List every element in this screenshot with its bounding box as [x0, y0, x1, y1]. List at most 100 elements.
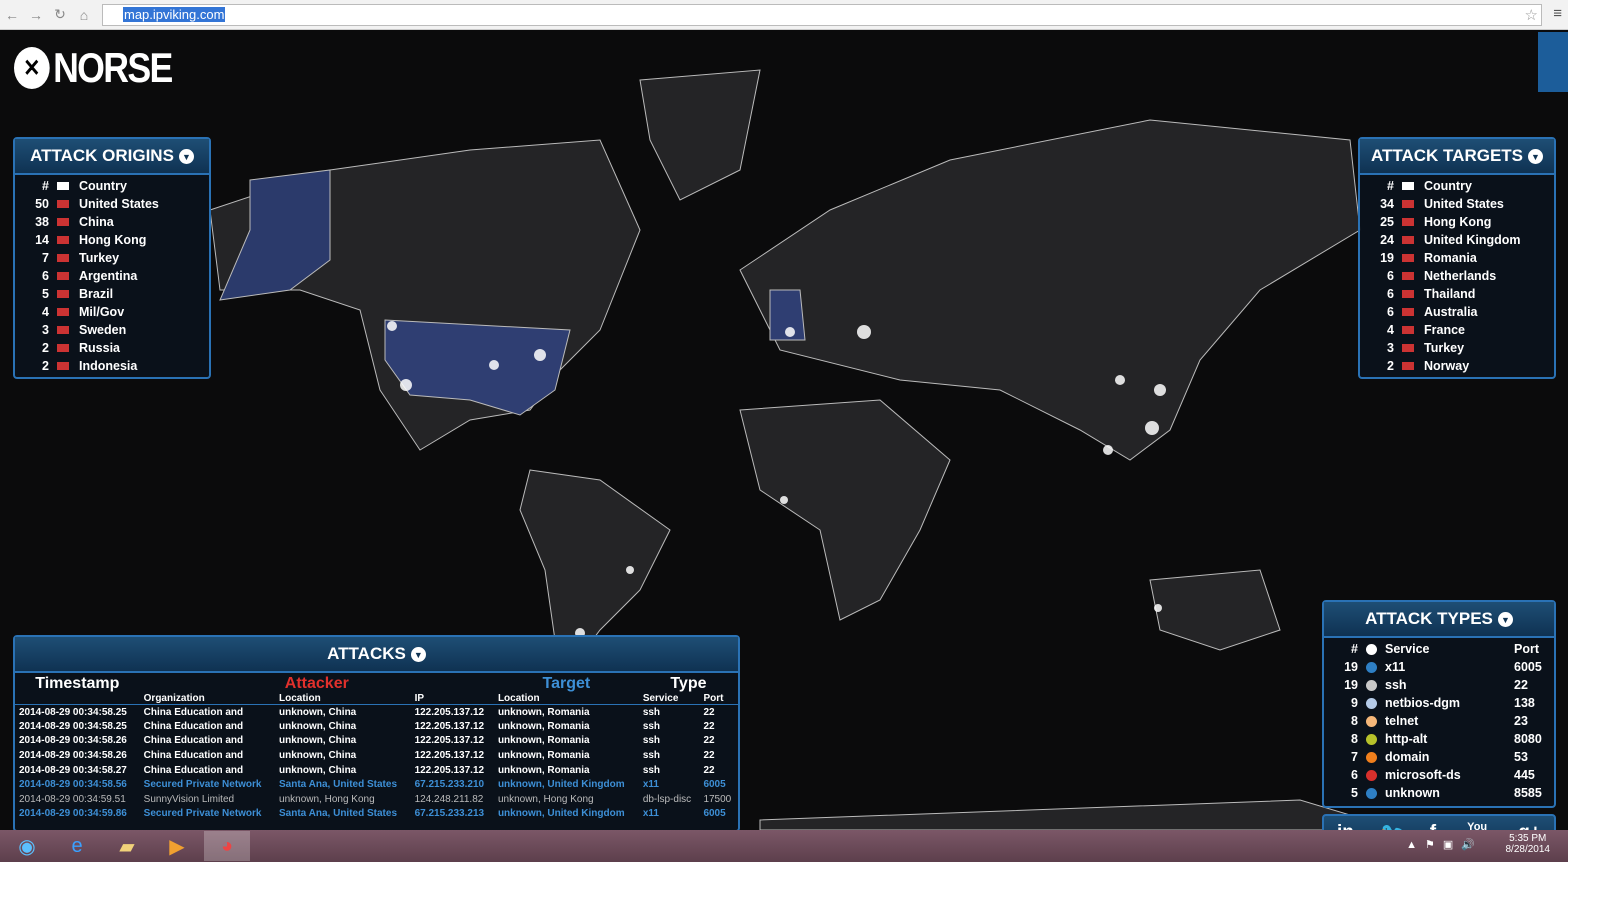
list-item[interactable]: 19 Romania — [1360, 249, 1554, 267]
list-item[interactable]: 25 Hong Kong — [1360, 213, 1554, 231]
count: 6 — [1351, 768, 1358, 782]
dropdown-icon[interactable]: ▼ — [1497, 611, 1513, 627]
list-item[interactable]: 6 Netherlands — [1360, 267, 1554, 285]
list-item[interactable]: 6 microsoft-ds 445 — [1324, 766, 1554, 784]
attack-cell: unknown, China — [279, 750, 357, 762]
list-item[interactable]: 19 ssh 22 — [1324, 676, 1554, 694]
clock[interactable]: 5:35 PM 8/28/2014 — [1506, 833, 1551, 855]
flag-icon — [57, 218, 69, 226]
address-bar[interactable]: map.ipviking.com — [102, 4, 1542, 26]
attack-row[interactable]: 2014-08-29 00:34:59.51 SunnyVision Limite… — [15, 792, 738, 807]
twitter-icon[interactable]: 🐦 — [1380, 821, 1404, 830]
country-name: Hong Kong — [79, 233, 147, 247]
list-item[interactable]: 4 France — [1360, 321, 1554, 339]
service-name: unknown — [1385, 786, 1440, 800]
list-item[interactable]: 38 China — [15, 213, 209, 231]
service-name: x11 — [1385, 660, 1406, 674]
attack-row[interactable]: 2014-08-29 00:34:58.25 China Education an… — [15, 719, 738, 734]
count: 34 — [1380, 197, 1394, 211]
chrome-icon[interactable]: ◕ — [204, 831, 250, 861]
attack-row[interactable]: 2014-08-29 00:34:58.25 China Education an… — [15, 705, 738, 720]
list-item[interactable]: 8 telnet 23 — [1324, 712, 1554, 730]
clock-time: 5:35 PM — [1509, 833, 1547, 844]
list-item[interactable]: 4 Mil/Gov — [15, 303, 209, 321]
bookmark-star-icon[interactable]: ☆ — [1525, 6, 1538, 24]
attack-row[interactable]: 2014-08-29 00:34:58.26 China Education an… — [15, 748, 738, 763]
dropdown-icon[interactable]: ▼ — [1528, 148, 1544, 164]
dropdown-icon[interactable]: ▼ — [410, 646, 426, 662]
flag-icon — [57, 200, 69, 208]
back-icon[interactable]: ← — [0, 7, 24, 23]
list-item[interactable]: 7 Turkey — [15, 249, 209, 267]
list-item[interactable]: 6 Thailand — [1360, 285, 1554, 303]
list-item[interactable]: 3 Sweden — [15, 321, 209, 339]
attack-cell: ssh — [642, 764, 661, 776]
header-label: Service — [1385, 642, 1430, 656]
list-item[interactable]: 3 Turkey — [1360, 339, 1554, 357]
file-explorer-icon[interactable]: ▰ — [104, 831, 150, 861]
country-name: Hong Kong — [1424, 215, 1492, 229]
attack-row[interactable]: 2014-08-29 00:34:58.26 China Education an… — [15, 734, 738, 749]
count: 19 — [1380, 251, 1394, 265]
attack-cell: 2014-08-29 00:34:59.51 — [19, 793, 126, 805]
youtube-icon[interactable]: You Tube — [1462, 822, 1492, 831]
attack-cell: 122.205.137.12 — [414, 706, 485, 718]
count: 7 — [1351, 750, 1358, 764]
attack-cell: 2014-08-29 00:34:58.27 — [19, 764, 127, 776]
attack-cell: unknown, Hong Kong — [279, 793, 375, 805]
port: 53 — [1514, 750, 1528, 764]
media-player-icon[interactable]: ▶ — [154, 831, 200, 861]
facebook-icon[interactable]: f — [1430, 822, 1436, 830]
list-item[interactable]: 5 Brazil — [15, 285, 209, 303]
list-item[interactable]: 19 x11 6005 — [1324, 658, 1554, 676]
attacks-header[interactable]: ATTACKS ▼ — [15, 637, 738, 673]
attack-types-header[interactable]: ATTACK TYPES ▼ — [1324, 602, 1554, 638]
country-name: France — [1424, 323, 1465, 337]
service-name: telnet — [1385, 714, 1419, 728]
browser-toolbar: ← → ↻ ⌂ map.ipviking.com ☆ ≡ — [0, 0, 1568, 30]
attack-origins-header[interactable]: ATTACK ORIGINS ▼ — [15, 139, 209, 175]
dropdown-icon[interactable]: ▼ — [178, 148, 194, 164]
list-item[interactable]: 7 domain 53 — [1324, 748, 1554, 766]
list-item[interactable]: 8 http-alt 8080 — [1324, 730, 1554, 748]
list-item[interactable]: 2 Russia — [15, 339, 209, 357]
count: 7 — [42, 251, 49, 265]
list-item[interactable]: 2 Indonesia — [15, 357, 209, 375]
country-name: United States — [79, 197, 159, 211]
start-button[interactable]: ◉ — [4, 831, 50, 861]
internet-explorer-icon[interactable]: e — [54, 831, 100, 861]
attack-targets-header[interactable]: ATTACK TARGETS ▼ — [1360, 139, 1554, 175]
control-buttons[interactable] — [1538, 32, 1568, 92]
port: 23 — [1514, 714, 1528, 728]
attack-row[interactable]: 2014-08-29 00:34:58.27 China Education an… — [15, 763, 738, 778]
count: 5 — [42, 287, 49, 301]
col-port: Port — [703, 693, 724, 704]
list-item[interactable]: 14 Hong Kong — [15, 231, 209, 249]
system-tray-icons[interactable]: ▲⚑▣🔊 — [1406, 838, 1483, 851]
list-item[interactable]: 2 Norway — [1360, 357, 1554, 375]
linkedin-icon[interactable]: in — [1337, 822, 1354, 830]
list-item[interactable]: 5 unknown 8585 — [1324, 784, 1554, 802]
attack-cell: unknown, Romania — [497, 706, 590, 718]
panel-title: ATTACK TYPES — [1365, 609, 1493, 628]
port: 6005 — [1514, 660, 1542, 674]
reload-icon[interactable]: ↻ — [48, 6, 72, 23]
google-plus-icon[interactable]: g+ — [1518, 822, 1541, 830]
list-item[interactable]: 6 Australia — [1360, 303, 1554, 321]
service-name: ssh — [1385, 678, 1407, 692]
list-item[interactable]: 24 United Kingdom — [1360, 231, 1554, 249]
service-name: netbios-dgm — [1385, 696, 1460, 710]
list-item[interactable]: 6 Argentina — [15, 267, 209, 285]
header-marker — [1402, 182, 1414, 190]
attack-row[interactable]: 2014-08-29 00:34:59.86 Secured Private Ne… — [15, 807, 738, 822]
home-icon[interactable]: ⌂ — [72, 7, 96, 23]
attack-row[interactable]: 2014-08-29 00:34:58.56 Secured Private Ne… — [15, 777, 738, 792]
header-port: Port — [1514, 642, 1539, 656]
list-item[interactable]: 9 netbios-dgm 138 — [1324, 694, 1554, 712]
attack-map[interactable]: ✕ NORSE ATTACK ORIGINS ▼ # Country 50 United … — [0, 30, 1568, 830]
count: 2 — [42, 359, 49, 373]
forward-icon[interactable]: → — [24, 7, 48, 23]
menu-icon[interactable]: ≡ — [1553, 5, 1562, 22]
list-item[interactable]: 50 United States — [15, 195, 209, 213]
list-item[interactable]: 34 United States — [1360, 195, 1554, 213]
